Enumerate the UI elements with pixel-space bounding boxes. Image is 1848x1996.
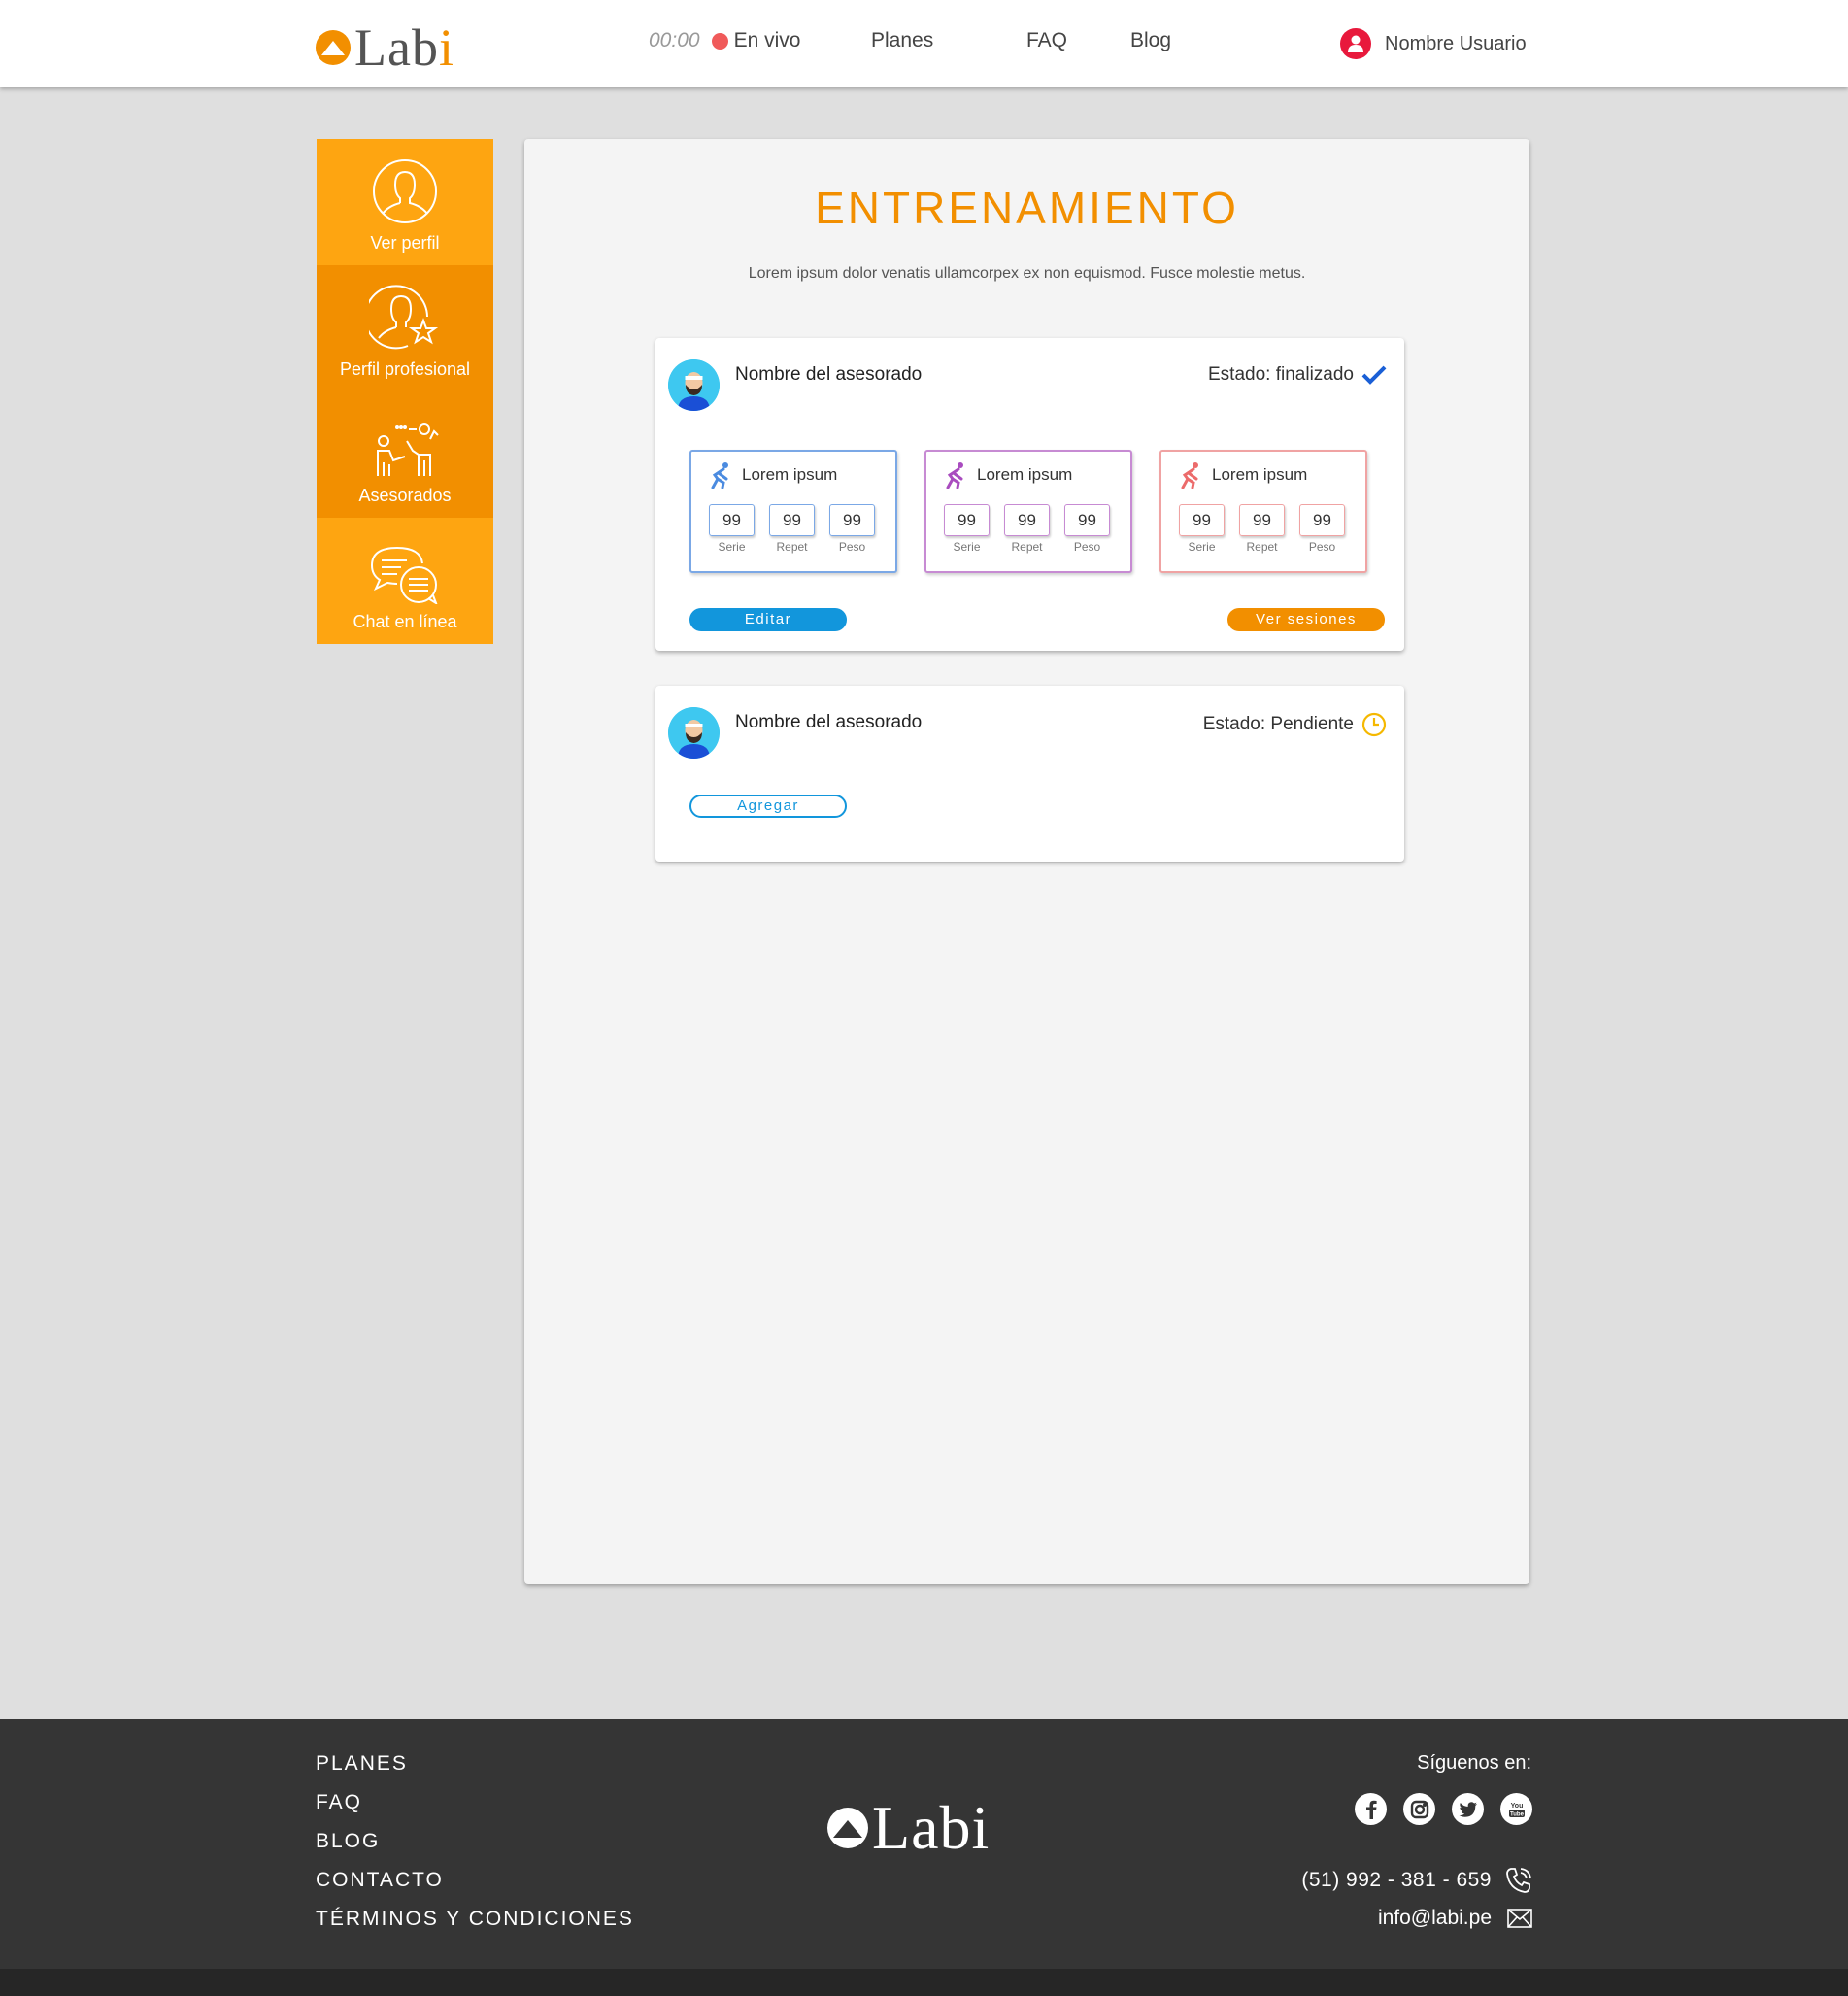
svg-text:You: You	[1510, 1803, 1523, 1810]
top-header: Labi 00:00 En vivo Planes FAQ Blog Nombr…	[0, 0, 1848, 87]
instagram-icon[interactable]	[1403, 1793, 1435, 1825]
peso-label: Peso	[1073, 540, 1101, 554]
main-panel: ENTRENAMIENTO Lorem ipsum dolor venatis …	[524, 139, 1529, 1584]
exercise-title: Lorem ipsum	[977, 465, 1073, 484]
sidebar-item-chat[interactable]: Chat en línea	[317, 518, 493, 644]
serie-value[interactable]: 99	[1179, 504, 1225, 536]
user-star-icon	[369, 285, 439, 350]
avatar	[668, 707, 720, 759]
peso-label: Peso	[1308, 540, 1336, 554]
user-icon	[373, 159, 437, 223]
check-icon	[1361, 365, 1387, 385]
nav-faq[interactable]: FAQ	[1026, 29, 1067, 52]
footer-links: PLANES FAQ BLOG CONTACTO TÉRMINOS Y COND…	[316, 1752, 634, 1946]
page-description: Lorem ipsum dolor venatis ullamcorpex ex…	[748, 265, 1306, 282]
user-menu[interactable]: Nombre Usuario	[1340, 28, 1527, 59]
stretch-icon	[946, 462, 963, 489]
logo-mark-icon	[316, 30, 351, 65]
page-title: ENTRENAMIENTO	[815, 183, 1239, 233]
repet-value[interactable]: 99	[1004, 504, 1050, 536]
footer-link-contacto[interactable]: CONTACTO	[316, 1869, 634, 1908]
footer: PLANES FAQ BLOG CONTACTO TÉRMINOS Y COND…	[0, 1719, 1848, 1969]
nav-blog[interactable]: Blog	[1130, 29, 1171, 52]
edit-button[interactable]: Editar	[689, 608, 847, 631]
coaching-icon	[377, 423, 439, 476]
phone-icon	[1506, 1868, 1531, 1893]
email-address: info@labi.pe	[1377, 1907, 1492, 1929]
footer-link-planes[interactable]: PLANES	[316, 1752, 634, 1791]
footer-link-faq[interactable]: FAQ	[316, 1791, 634, 1830]
sidebar-item-perfil-profesional[interactable]: Perfil profesional	[317, 265, 493, 391]
footer-bottom-bar	[0, 1969, 1848, 1996]
phone-number: (51) 992 - 381 - 659	[1301, 1869, 1492, 1891]
serie-label: Serie	[718, 540, 746, 554]
repet-label: Repet	[1011, 540, 1043, 554]
logo-mark-icon	[827, 1808, 868, 1848]
exercise-box[interactable]: Lorem ipsum 99 Serie 99 Repet 99 Peso	[689, 450, 897, 573]
user-avatar-icon	[1340, 28, 1371, 59]
live-timer: 00:00	[649, 29, 700, 51]
exercise-title: Lorem ipsum	[742, 465, 838, 484]
serie-value[interactable]: 99	[944, 504, 990, 536]
trainee-card-pendiente: Nombre del asesorado Estado: Pendiente A…	[655, 686, 1404, 862]
labi-logo[interactable]: Labi	[316, 21, 454, 74]
repet-label: Repet	[1246, 540, 1278, 554]
sidebar-item-label: Ver perfil	[370, 233, 440, 253]
email-contact[interactable]: info@labi.pe	[1378, 1907, 1532, 1930]
peso-label: Peso	[838, 540, 866, 554]
nav-plans[interactable]: Planes	[871, 29, 933, 52]
repet-label: Repet	[776, 540, 808, 554]
sidebar-item-ver-perfil[interactable]: Ver perfil	[317, 139, 493, 265]
add-button[interactable]: Agregar	[689, 795, 847, 818]
sidebar-item-label: Asesorados	[358, 486, 452, 505]
trainee-card-finalizado: Nombre del asesorado Estado: finalizado …	[655, 338, 1404, 651]
serie-value[interactable]: 99	[709, 504, 755, 536]
user-name: Nombre Usuario	[1385, 32, 1527, 54]
twitter-icon[interactable]	[1452, 1793, 1484, 1825]
exercise-title: Lorem ipsum	[1212, 465, 1308, 484]
sidebar: Ver perfil Perfil profesional Asesorados…	[317, 139, 493, 644]
clock-icon	[1361, 712, 1387, 737]
exercise-box[interactable]: Lorem ipsum 99 Serie 99 Repet 99 Peso	[924, 450, 1132, 573]
footer-logo-text: Labi	[872, 1793, 991, 1862]
sidebar-item-asesorados[interactable]: Asesorados	[317, 391, 493, 518]
youtube-icon[interactable]: You Tube	[1500, 1793, 1532, 1825]
stretch-icon	[1181, 462, 1198, 489]
facebook-icon[interactable]	[1355, 1793, 1387, 1825]
trainee-name: Nombre del asesorado	[735, 364, 923, 385]
social-links: You Tube	[1355, 1793, 1532, 1825]
status-badge: Estado: Pendiente	[1203, 712, 1387, 737]
peso-value[interactable]: 99	[829, 504, 875, 536]
peso-value[interactable]: 99	[1064, 504, 1110, 536]
footer-link-blog[interactable]: BLOG	[316, 1830, 634, 1869]
phone-contact[interactable]: (51) 992 - 381 - 659	[1301, 1867, 1532, 1894]
logo-accent: i	[438, 18, 454, 77]
logo-text: Lab	[354, 18, 439, 77]
status-badge: Estado: finalizado	[1208, 364, 1387, 386]
view-sessions-button[interactable]: Ver sesiones	[1227, 608, 1385, 631]
status-text: Estado: finalizado	[1208, 364, 1354, 385]
footer-link-terminos[interactable]: TÉRMINOS Y CONDICIONES	[316, 1908, 634, 1946]
trainee-name: Nombre del asesorado	[735, 712, 923, 732]
exercise-box[interactable]: Lorem ipsum 99 Serie 99 Repet 99 Peso	[1159, 450, 1367, 573]
repet-value[interactable]: 99	[1239, 504, 1285, 536]
chat-icon	[370, 547, 438, 604]
serie-label: Serie	[1188, 540, 1216, 554]
follow-label: Síguenos en:	[1417, 1752, 1531, 1774]
avatar	[668, 359, 720, 411]
svg-text:Tube: Tube	[1510, 1811, 1525, 1817]
sidebar-item-label: Perfil profesional	[339, 359, 471, 379]
sidebar-item-label: Chat en línea	[353, 612, 457, 631]
live-label: En vivo	[733, 29, 801, 51]
stretch-icon	[711, 462, 728, 489]
footer-logo[interactable]: Labi	[827, 1797, 990, 1859]
mail-icon	[1507, 1909, 1532, 1928]
live-dot-icon	[711, 32, 728, 50]
serie-label: Serie	[953, 540, 981, 554]
status-text: Estado: Pendiente	[1202, 714, 1354, 734]
repet-value[interactable]: 99	[769, 504, 815, 536]
nav-live[interactable]: 00:00 En vivo	[649, 29, 800, 52]
peso-value[interactable]: 99	[1299, 504, 1345, 536]
